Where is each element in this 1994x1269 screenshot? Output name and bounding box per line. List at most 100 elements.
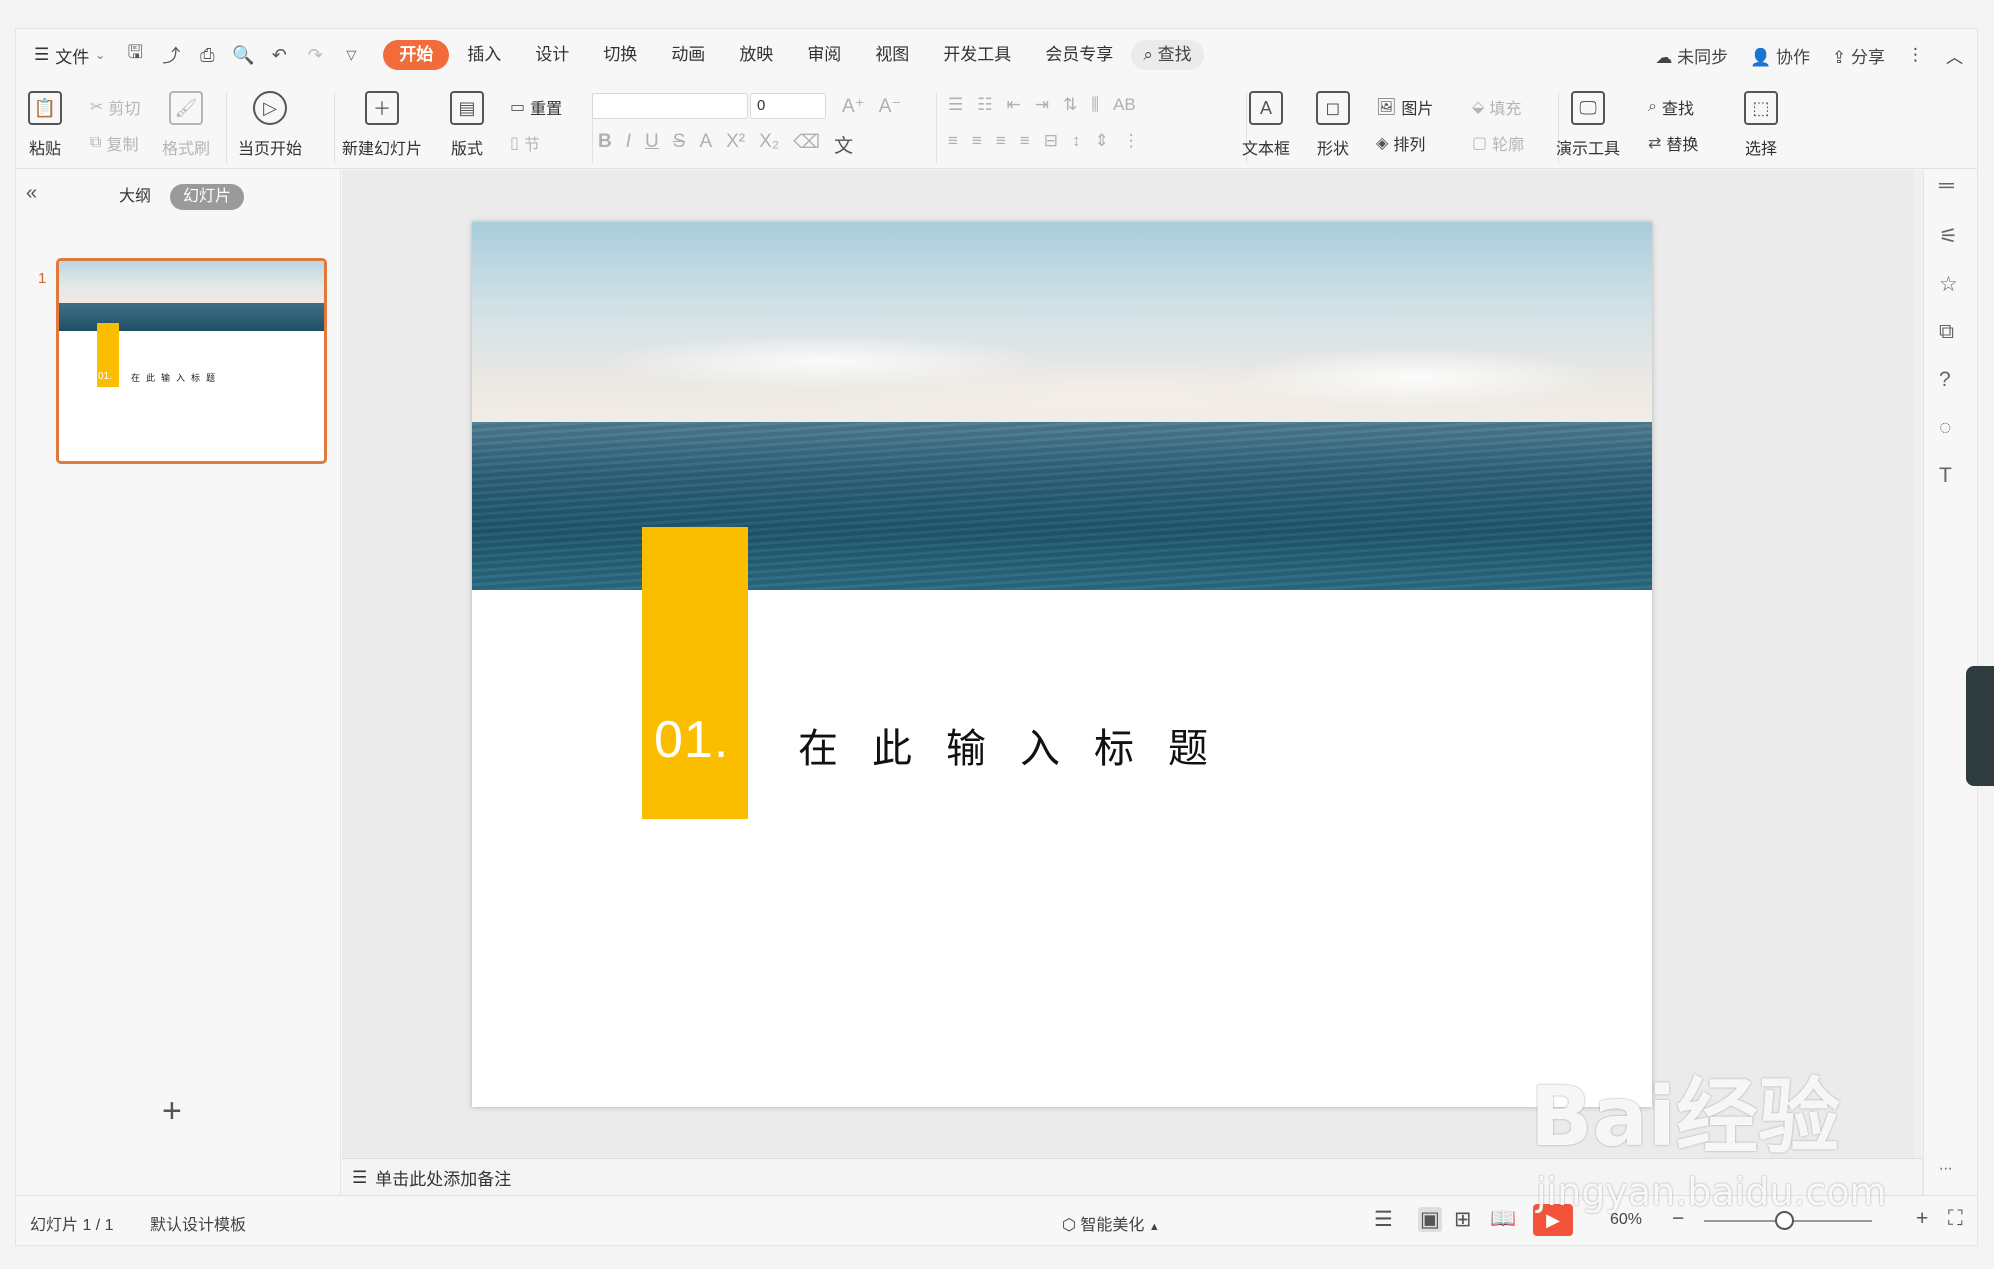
find-button[interactable]: ⌕ 查找 — [1648, 95, 1694, 119]
slide-canvas[interactable]: 01. 在此输入标题 — [472, 222, 1652, 1107]
align-center-icon[interactable]: ≡ — [972, 131, 982, 151]
align-left-icon[interactable]: ≡ — [948, 131, 958, 151]
subscript-icon[interactable]: X₂ — [759, 131, 779, 158]
justify-icon[interactable]: ≡ — [1020, 131, 1030, 151]
copy-button[interactable]: ⧉ 复制 — [90, 131, 138, 155]
tab-member[interactable]: 会员专享 — [1029, 40, 1129, 70]
decrease-indent-icon[interactable]: ⇤ — [1007, 95, 1021, 115]
new-slide-button[interactable]: ＋ 新建幻灯片 — [342, 91, 422, 159]
tab-outline[interactable]: 大纲 — [106, 184, 164, 210]
reading-view-icon[interactable]: 📖 — [1490, 1207, 1516, 1231]
customize-toolbar-icon[interactable]: ▽ — [339, 43, 363, 67]
help-icon[interactable]: ? — [1939, 368, 1951, 392]
share-button[interactable]: ⇪ 分享 — [1832, 43, 1885, 68]
paste-button[interactable]: 📋 粘贴 — [28, 91, 62, 159]
format-painter-button[interactable]: 🖌 格式刷 — [162, 91, 210, 159]
add-slide-icon[interactable]: + — [162, 1092, 182, 1131]
tab-developer[interactable]: 开发工具 — [927, 40, 1027, 70]
distribute-icon[interactable]: ⊟ — [1044, 131, 1058, 151]
text-icon[interactable]: T — [1939, 464, 1952, 488]
superscript-icon[interactable]: X² — [726, 131, 745, 158]
layout-button[interactable]: ▤ 版式 — [450, 91, 484, 159]
strikethrough-icon[interactable]: S — [673, 131, 686, 158]
adjust-icon[interactable]: ⚟ — [1939, 224, 1958, 249]
tab-slides[interactable]: 幻灯片 — [170, 184, 245, 210]
notes-toggle-icon[interactable]: ☰ — [1374, 1207, 1393, 1232]
select-button[interactable]: ⬚ 选择 — [1744, 91, 1778, 159]
star-icon[interactable]: ☆ — [1939, 272, 1958, 297]
font-grow-icon[interactable]: A⁺ — [842, 95, 865, 118]
increase-indent-icon[interactable]: ⇥ — [1035, 95, 1049, 115]
accent-bar[interactable] — [642, 527, 748, 819]
fill-button[interactable]: ⬙ 填充 — [1472, 95, 1521, 119]
bold-icon[interactable]: B — [598, 131, 612, 158]
tab-review[interactable]: 审阅 — [791, 40, 857, 70]
presenter-tools-button[interactable]: 🖵 演示工具 — [1556, 91, 1620, 159]
print-preview-icon[interactable]: 🔍 — [231, 43, 255, 67]
text-direction-icon[interactable]: ⇅ — [1063, 95, 1077, 115]
undo-icon[interactable]: ↶ — [267, 43, 291, 67]
slide-thumbnail-1[interactable]: 01. 在此输入标题 — [56, 258, 327, 464]
replace-button[interactable]: ⇄ 替换 — [1648, 131, 1698, 155]
font-shrink-icon[interactable]: A⁻ — [879, 95, 902, 118]
section-button[interactable]: ▯ 节 — [510, 131, 540, 155]
play-current-button[interactable]: ▷ 当页开始 — [238, 91, 302, 159]
collapse-ribbon-icon[interactable]: ︿ — [1946, 43, 1963, 68]
sync-button[interactable]: ☁ 未同步 — [1655, 43, 1728, 68]
lightbulb-icon[interactable]: ◌ — [1939, 416, 1951, 440]
copy-panel-icon[interactable]: ⧉ — [1939, 320, 1954, 344]
grid-view-icon[interactable]: ⊞ — [1454, 1207, 1472, 1232]
outline-button[interactable]: ▢ 轮廓 — [1472, 131, 1524, 155]
tab-design[interactable]: 设计 — [519, 40, 585, 70]
ribbon-home: 📋 粘贴 ✂ 剪切 ⧉ 复制 🖌 格式刷 ▷ 当页开始 ＋ 新建幻灯片 ▤ 版式 ▭… — [16, 81, 1977, 169]
normal-view-icon[interactable]: ▣ — [1418, 1207, 1442, 1232]
numbering-icon[interactable]: ☷ — [977, 95, 992, 115]
tab-transition[interactable]: 切换 — [587, 40, 653, 70]
beautify-button[interactable]: ⬡ 智能美化 ▲ — [1062, 1211, 1160, 1235]
file-menu-button[interactable]: ☰ 文件 ⌄ — [34, 43, 105, 68]
collab-button[interactable]: 👤 协作 — [1750, 43, 1810, 68]
pinyin-icon[interactable]: 文 — [834, 131, 853, 158]
fit-window-icon[interactable]: ⛶ — [1948, 1207, 1963, 1231]
columns-icon[interactable]: ⫼ — [1091, 95, 1099, 115]
section-number[interactable]: 01. — [654, 710, 729, 770]
reset-button[interactable]: ▭ 重置 — [510, 95, 562, 119]
tab-animation[interactable]: 动画 — [655, 40, 721, 70]
collapse-panel-icon[interactable]: « — [26, 182, 37, 205]
paragraph-spacing-icon[interactable]: ⇕ — [1094, 131, 1108, 151]
font-size-select[interactable]: 0 — [750, 93, 826, 119]
more-dots-icon[interactable]: ∙∙∙ — [1939, 1160, 1952, 1178]
shape-label: 形状 — [1316, 141, 1349, 158]
font-family-select[interactable] — [592, 93, 748, 119]
underline-icon[interactable]: U — [645, 131, 659, 158]
font-color-icon[interactable]: A — [699, 131, 712, 158]
arrange-button[interactable]: ◈ 排列 — [1376, 131, 1425, 155]
list-spacing-icon[interactable]: ⋮ — [1123, 131, 1140, 151]
line-spacing-icon[interactable]: ↕ — [1072, 131, 1081, 151]
tab-view[interactable]: 视图 — [859, 40, 925, 70]
align-right-icon[interactable]: ≡ — [996, 131, 1006, 151]
zoom-in-icon[interactable]: + — [1916, 1207, 1928, 1231]
textbox-button[interactable]: A 文本框 — [1242, 91, 1290, 159]
save-icon[interactable]: 🖫 — [123, 42, 147, 67]
print-icon[interactable]: ⎙ — [195, 43, 219, 67]
more-icon[interactable]: ⋮ — [1907, 45, 1924, 65]
panel-menu-icon[interactable]: ═ — [1939, 174, 1954, 198]
template-name[interactable]: 默认设计模板 — [150, 1211, 246, 1235]
shape-button[interactable]: ◻ 形状 — [1316, 91, 1350, 159]
tab-home[interactable]: 开始 — [383, 40, 450, 70]
picture-button[interactable]: 🖼 图片 — [1376, 95, 1433, 119]
clear-format-icon[interactable]: ⌫ — [793, 131, 820, 158]
redo-icon[interactable]: ↷ — [303, 43, 327, 67]
bullets-icon[interactable]: ☰ — [948, 95, 963, 115]
text-effect-icon[interactable]: AB — [1113, 95, 1136, 115]
slide-title[interactable]: 在此输入标题 — [798, 716, 1242, 774]
italic-icon[interactable]: I — [626, 131, 631, 158]
export-icon[interactable]: ⤴ — [159, 43, 183, 67]
search-tab[interactable]: ⌕ 查找 — [1131, 40, 1204, 70]
cut-button[interactable]: ✂ 剪切 — [90, 95, 140, 119]
floating-side-handle[interactable] — [1966, 666, 1994, 786]
chevron-up-icon: ▲ — [1148, 1221, 1160, 1233]
tab-slideshow[interactable]: 放映 — [723, 40, 789, 70]
tab-insert[interactable]: 插入 — [451, 40, 517, 70]
